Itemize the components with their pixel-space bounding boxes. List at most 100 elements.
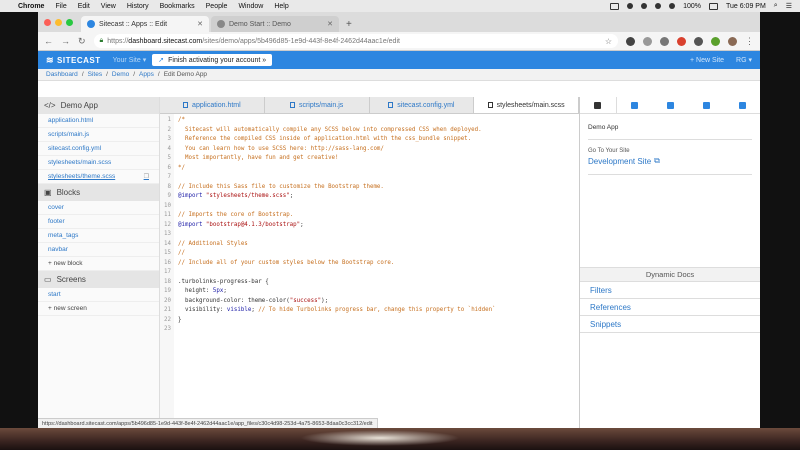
browser-tab[interactable]: Demo Start :: Demo ✕ [211,16,339,32]
bookmark-star-icon[interactable]: ☆ [605,37,612,46]
code-line[interactable]: @import "bootstrap@4.1.3/bootstrap"; [178,221,579,231]
code-line[interactable]: visibility: visible; // To hide Turbolin… [178,306,579,316]
code-line[interactable]: // [178,249,579,259]
control-center-icon[interactable]: ☰ [786,2,792,10]
code-line[interactable]: // Additional Styles [178,240,579,250]
sitecast-logo[interactable]: ≋ SITECAST [46,55,101,66]
copy-icon[interactable]: ❐ [144,173,149,180]
docs-link-filters[interactable]: Filters [580,282,760,299]
code-line[interactable]: height: 5px; [178,287,579,297]
close-tab-icon[interactable]: ✕ [197,20,203,28]
code-line[interactable]: } [178,316,579,326]
screen-icon[interactable] [610,2,620,10]
code-line[interactable]: /* [178,116,579,126]
new-screen-button[interactable]: + new screen [38,302,159,316]
file-tab-active[interactable]: stylesheets/main.scss [474,97,579,113]
code-line[interactable] [178,230,579,240]
file-item[interactable]: sitecast.config.yml [38,142,159,156]
volume-icon[interactable] [669,3,676,9]
code-line[interactable]: @import "stylesheets/theme.scss"; [178,192,579,202]
docs-link-snippets[interactable]: Snippets [580,316,760,333]
code-line[interactable]: Reference the compiled CSS inside of app… [178,135,579,145]
breadcrumb-dashboard[interactable]: Dashboard [46,71,78,78]
user-menu[interactable]: RG ▾ [736,56,752,64]
menu-help[interactable]: Help [274,3,288,10]
menu-app-name[interactable]: Chrome [18,3,44,10]
code-line[interactable] [178,173,579,183]
timemachine-icon[interactable] [641,3,648,9]
code-line[interactable]: You can learn how to use SCSS here: http… [178,145,579,155]
clock[interactable]: Tue 6:09 PM [726,3,766,10]
zoom-window-button[interactable] [66,18,73,26]
code-line[interactable]: background-color: theme-color("success")… [178,297,579,307]
breadcrumb-apps[interactable]: Apps [139,71,154,78]
block-item[interactable]: meta_tags [38,229,159,243]
development-site-link[interactable]: Development Site ⧉ [580,156,760,166]
file-item[interactable]: stylesheets/main.scss [38,156,159,170]
file-item[interactable]: scripts/main.js [38,128,159,142]
wifi-icon[interactable] [655,3,662,9]
code-line[interactable]: Sitecast will automatically compile any … [178,126,579,136]
code-line[interactable] [178,268,579,278]
file-item-hovered[interactable]: stylesheets/theme.scss ❐ [38,170,159,184]
menu-window[interactable]: Window [238,3,263,10]
docs-link-references[interactable]: References [580,299,760,316]
close-tab-icon[interactable]: ✕ [327,20,333,28]
code-line[interactable] [178,202,579,212]
extension-icon[interactable] [660,36,669,46]
file-tab-label: scripts/main.js [298,101,344,109]
code-editor[interactable]: 1 2 3 4 5 6 7 8 9 10 11 12 13 14 15 16 17 18 19 20 21 22 23 /*… [160,114,579,428]
code-line[interactable]: .turbolinks-progress-bar { [178,278,579,288]
extension-icon[interactable] [694,36,703,46]
panel-tab-database[interactable] [617,97,653,113]
screen-item[interactable]: start [38,288,159,302]
minimize-window-button[interactable] [55,18,62,26]
breadcrumb-demo[interactable]: Demo [112,71,129,78]
extension-icon[interactable] [643,36,652,46]
reload-icon[interactable]: ↻ [78,36,86,47]
file-tab[interactable]: application.html [160,97,265,113]
forward-icon[interactable]: → [61,36,70,46]
panel-tab-images[interactable] [653,97,689,113]
menu-file[interactable]: File [55,3,66,10]
activation-callout[interactable]: ➚ Finish activating your account » [152,54,273,66]
file-tab[interactable]: scripts/main.js [265,97,370,113]
code-line[interactable]: // Include this Sass file to customize t… [178,183,579,193]
close-window-button[interactable] [44,18,51,26]
site-selector[interactable]: Your Site ▾ [113,56,147,64]
code-line[interactable]: // Imports the core of Bootstrap. [178,211,579,221]
code-line[interactable]: // Include all of your custom styles bel… [178,259,579,269]
new-site-button[interactable]: + New Site [690,57,724,64]
menu-view[interactable]: View [101,3,116,10]
breadcrumb-sites[interactable]: Sites [88,71,102,78]
battery-icon[interactable] [708,2,718,10]
block-item[interactable]: navbar [38,243,159,257]
file-item[interactable]: application.html [38,114,159,128]
back-icon[interactable]: ← [44,36,53,46]
block-item[interactable]: cover [38,201,159,215]
extension-icon[interactable] [626,36,635,46]
browser-tab-active[interactable]: Sitecast :: Apps :: Edit ✕ [81,16,209,32]
menu-bookmarks[interactable]: Bookmarks [160,3,195,10]
menu-people[interactable]: People [206,3,228,10]
code-line[interactable]: Most importantly, have fun and get creat… [178,154,579,164]
panel-tab-history[interactable] [688,97,724,113]
menu-history[interactable]: History [127,3,149,10]
code-line[interactable]: */ [178,164,579,174]
block-item[interactable]: footer [38,215,159,229]
dropbox-icon[interactable] [627,3,634,9]
browser-menu-icon[interactable]: ⋮ [745,36,754,47]
profile-avatar[interactable] [728,36,737,46]
code-line[interactable] [178,325,579,335]
code-lines[interactable]: /* Sitecast will automatically compile a… [174,114,579,428]
panel-tab-settings[interactable] [724,97,760,113]
extension-icon[interactable] [677,36,686,46]
extension-icon[interactable] [711,36,720,46]
menu-edit[interactable]: Edit [78,3,90,10]
panel-tab-info[interactable] [580,97,617,113]
url-input[interactable]: 🔒︎ https:// dashboard.sitecast.com /site… [93,34,618,48]
search-icon[interactable]: ⌕ [774,2,778,10]
new-block-button[interactable]: + new block [38,257,159,271]
file-tab[interactable]: sitecast.config.yml [370,97,475,113]
new-tab-button[interactable]: + [341,16,357,32]
